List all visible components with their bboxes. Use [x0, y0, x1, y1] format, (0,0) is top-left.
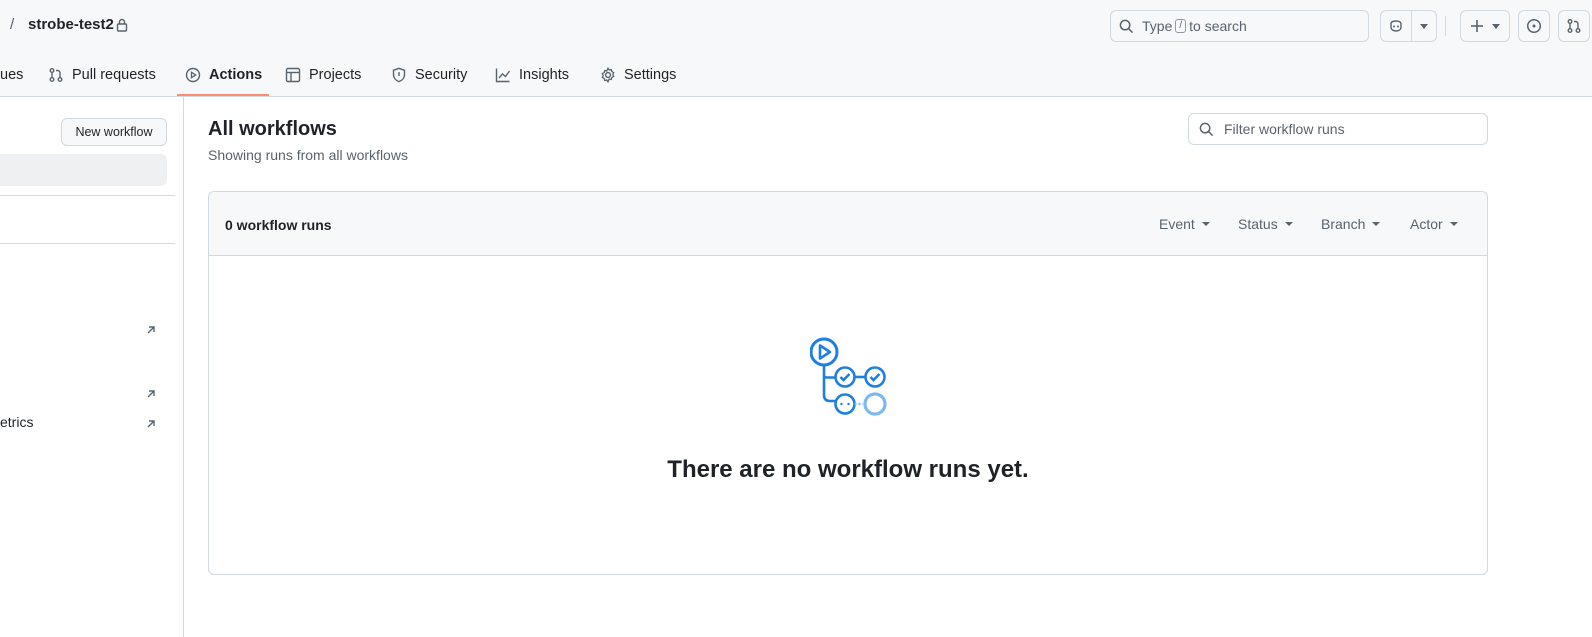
page-title: All workflows — [208, 118, 337, 140]
filter-workflow-runs-input[interactable]: Filter workflow runs — [1188, 113, 1488, 145]
tab-pull-requests[interactable]: Pull requests — [48, 52, 156, 97]
filter-placeholder: Filter workflow runs — [1224, 121, 1345, 137]
workflow-runs-box: 0 workflow runs Event Status Branch Acto… — [208, 191, 1488, 575]
gear-icon — [601, 66, 615, 83]
tab-label: Pull requests — [72, 66, 156, 83]
caret-down-icon — [1449, 222, 1458, 226]
tab-actions[interactable]: Actions — [185, 52, 262, 97]
tab-insights[interactable]: Insights — [495, 52, 569, 97]
lock-icon — [116, 18, 128, 32]
play-icon — [185, 67, 201, 82]
workflows-sidebar: New workflow etrics — [0, 97, 184, 637]
filter-label: Actor — [1410, 216, 1443, 232]
arrow-up-right-icon[interactable] — [145, 388, 157, 400]
tab-label: Settings — [624, 66, 677, 83]
tab-settings[interactable]: Settings — [600, 52, 676, 97]
issues-button[interactable] — [1518, 10, 1550, 42]
active-tab-underline — [177, 94, 269, 96]
search-icon — [1199, 122, 1214, 136]
arrow-up-right-icon[interactable] — [145, 418, 157, 430]
git-pull-request-icon — [49, 67, 63, 82]
sidebar-item-metrics[interactable]: etrics — [0, 414, 33, 430]
tab-security[interactable]: Security — [391, 52, 467, 97]
copilot-icon — [1390, 20, 1402, 32]
empty-state-message: There are no workflow runs yet. — [667, 456, 1029, 483]
tab-label: Insights — [519, 66, 569, 83]
status-filter-dropdown[interactable]: Status — [1238, 216, 1293, 232]
table-icon — [285, 67, 301, 82]
create-new-button[interactable] — [1460, 10, 1510, 42]
top-bar: / strobe-test2 Type / to search — [0, 0, 1592, 52]
search-suffix: to search — [1189, 18, 1247, 34]
tab-label: Projects — [309, 66, 362, 83]
repo-nav-tabs: ues Pull requests Actions Projects Secur… — [0, 52, 1592, 97]
workflow-illustration-icon — [810, 337, 887, 416]
triangle-down-icon — [1492, 23, 1500, 29]
global-search[interactable]: Type / to search — [1110, 10, 1369, 42]
workflow-runs-header: 0 workflow runs Event Status Branch Acto… — [209, 192, 1487, 256]
caret-down-icon — [1284, 222, 1293, 226]
sidebar-item-all-workflows[interactable] — [0, 154, 167, 186]
repo-name-link[interactable]: strobe-test2 — [28, 16, 114, 33]
search-shortcut-key: / — [1175, 19, 1187, 33]
search-prefix: Type — [1142, 18, 1173, 34]
tab-label: ues — [0, 66, 24, 83]
copilot-dropdown-button[interactable] — [1411, 10, 1437, 42]
workflow-run-count: 0 workflow runs — [225, 217, 332, 233]
graph-icon — [495, 68, 511, 82]
repo-header: / strobe-test2 Type / to search ues Pull… — [0, 0, 1592, 97]
issue-icon — [1526, 18, 1542, 34]
shield-icon — [392, 67, 406, 82]
new-workflow-button[interactable]: New workflow — [61, 118, 167, 146]
tab-label: Security — [415, 66, 468, 83]
search-icon — [1119, 19, 1134, 33]
filter-label: Event — [1159, 216, 1195, 232]
arrow-up-right-icon[interactable] — [145, 324, 157, 336]
filter-label: Status — [1238, 216, 1278, 232]
actor-filter-dropdown[interactable]: Actor — [1410, 216, 1458, 232]
sidebar-divider — [0, 195, 175, 196]
tab-projects[interactable]: Projects — [285, 52, 361, 97]
pull-request-icon — [1567, 19, 1581, 33]
triangle-down-icon — [1420, 23, 1428, 29]
pull-requests-button[interactable] — [1558, 10, 1590, 42]
breadcrumb-separator: / — [10, 16, 15, 33]
header-divider — [1445, 16, 1446, 36]
plus-icon — [1471, 20, 1483, 32]
tab-label: Actions — [209, 66, 263, 83]
tab-issues[interactable]: ues — [0, 52, 23, 97]
page-subtitle: Showing runs from all workflows — [208, 147, 408, 163]
caret-down-icon — [1372, 222, 1381, 226]
copilot-button[interactable] — [1380, 10, 1412, 42]
event-filter-dropdown[interactable]: Event — [1159, 216, 1210, 232]
caret-down-icon — [1201, 222, 1210, 226]
branch-filter-dropdown[interactable]: Branch — [1321, 216, 1381, 232]
filter-label: Branch — [1321, 216, 1366, 232]
sidebar-divider — [0, 243, 175, 244]
